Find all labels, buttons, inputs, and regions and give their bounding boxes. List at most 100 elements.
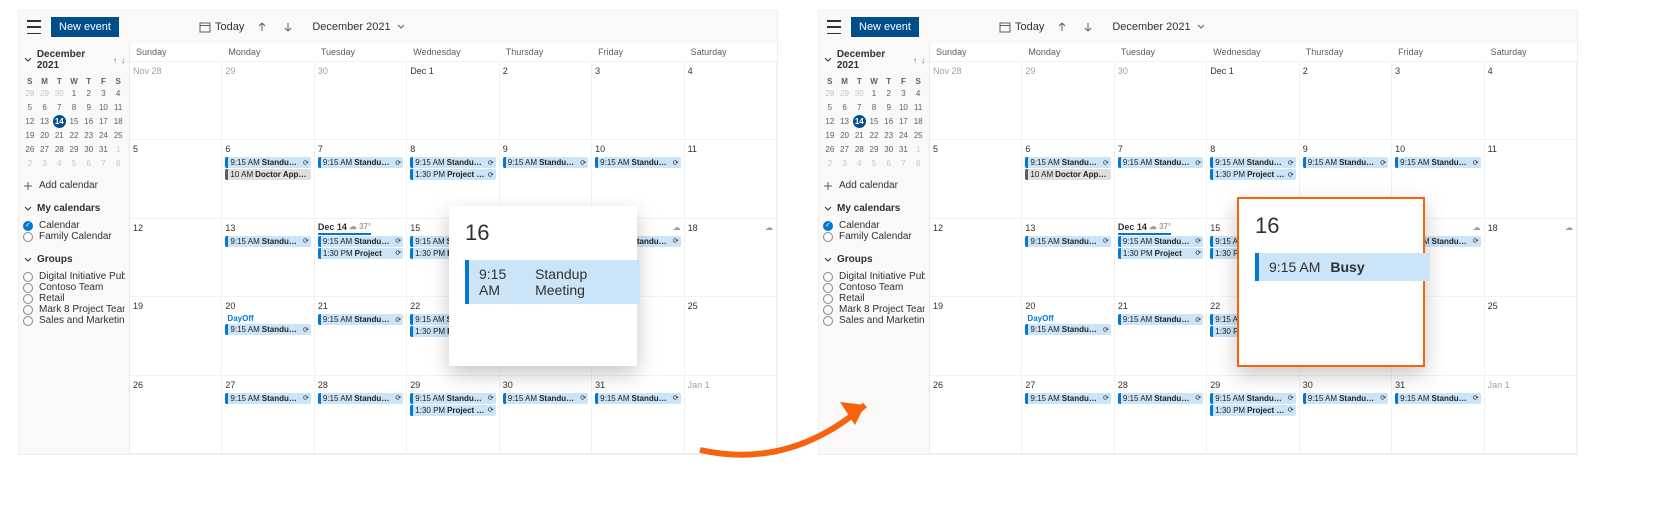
mini-day[interactable]: 31 [897,143,910,156]
mini-day[interactable]: 9 [882,101,895,114]
mini-calendar[interactable]: SMTWTFS282930123456789101112131415161718… [23,77,125,170]
event-chip[interactable]: 9:15 AMStandup Meeting⟳ [1118,314,1203,325]
mini-day[interactable]: 5 [823,101,836,114]
mini-day[interactable]: 7 [853,101,866,114]
day-cell[interactable]: 309:15 AMStandup Meeting⟳ [1300,376,1392,453]
mini-day[interactable]: 10 [897,101,910,114]
event-chip[interactable]: 9:15 AMStandup Meeting⟳ [1118,236,1203,247]
day-cell[interactable]: 279:15 AMStandup Meeting⟳ [1022,376,1114,453]
day-cell[interactable]: 5 [130,140,222,217]
calendar-toggle[interactable] [23,316,33,326]
day-cell[interactable]: 79:15 AMStandup Meeting⟳ [315,140,407,217]
day-cell[interactable]: 29 [222,62,314,139]
day-cell[interactable]: 25 [1485,297,1577,374]
mini-day[interactable]: 8 [67,101,80,114]
mini-day[interactable]: 29 [38,87,51,100]
mini-day[interactable]: 22 [867,129,880,142]
add-calendar-button[interactable]: Add calendar [23,180,125,191]
calendar-toggle[interactable] [23,283,33,293]
event-chip[interactable]: 10 AMDoctor Appointment [1025,169,1110,180]
day-cell[interactable]: 18☁ [1485,219,1577,296]
day-cell[interactable]: 20DayOff9:15 AMStandup Meeting⟳ [1022,297,1114,374]
calendar-toggle[interactable] [23,294,33,304]
mini-day[interactable]: 1 [867,87,880,100]
mini-day[interactable]: 4 [53,157,66,170]
mini-day[interactable]: 2 [82,87,95,100]
prev-month-button[interactable] [1054,19,1070,35]
calendar-toggle[interactable] [823,316,833,326]
event-chip[interactable]: 9:15 AMStandup Meeting⟳ [1210,393,1295,404]
mini-day[interactable]: 6 [82,157,95,170]
day-cell[interactable]: 18☁ [685,219,777,296]
popup-event[interactable]: 9:15 AM Standup Meeting [465,260,640,304]
calendar-toggle[interactable] [823,283,833,293]
day-cell[interactable]: 299:15 AMStandup Meeting⟳1:30 PMProject … [407,376,499,453]
calendar-item[interactable]: Family Calendar [23,231,125,242]
day-cell[interactable]: 3 [1392,62,1484,139]
mini-day[interactable]: 14 [53,115,66,128]
event-chip[interactable]: 9:15 AMStandup Meeting⟳ [1025,324,1110,335]
popup-event[interactable]: 9:15 AM Busy [1255,253,1430,281]
calendar-toggle[interactable] [23,221,33,231]
mini-day[interactable]: 11 [912,101,925,114]
day-cell[interactable]: 319:15 AMStandup Meeting⟳ [1392,376,1484,453]
day-cell[interactable]: Jan 1 [1485,376,1577,453]
mini-day[interactable]: 27 [38,143,51,156]
day-cell[interactable]: Dec 14☁ 37°9:15 AMStandup Meeting⟳1:30 P… [315,219,407,296]
day-cell[interactable]: 139:15 AMStandup Meeting⟳ [1022,219,1114,296]
mini-day[interactable]: 11 [112,101,125,114]
mini-day[interactable]: 28 [53,143,66,156]
day-peek-popup[interactable]: 16 9:15 AM Standup Meeting [449,206,637,366]
day-cell[interactable]: 19 [930,297,1022,374]
section-my-calendars[interactable]: My calendars [23,203,125,214]
event-chip[interactable]: 9:15 AMStandup Meeting⟳ [1395,157,1480,168]
calendar-item[interactable]: Retail [23,293,125,304]
event-chip[interactable]: 9:15 AMStandup Meeting⟳ [1395,393,1480,404]
mini-day[interactable]: 29 [838,87,851,100]
event-chip[interactable]: 9:15 AMStandup Meeting⟳ [1025,236,1110,247]
event-chip[interactable]: 9:15 AMStandup Meeting⟳ [1025,393,1110,404]
section-groups[interactable]: Groups [23,254,125,265]
mini-day[interactable]: 21 [53,129,66,142]
calendar-toggle[interactable] [23,232,33,242]
mini-day[interactable]: 17 [897,115,910,128]
event-chip[interactable]: 9:15 AMStandup Meeting⟳ [503,157,588,168]
mini-day[interactable]: 5 [23,101,36,114]
mini-day[interactable]: 30 [82,143,95,156]
mini-day[interactable]: 2 [23,157,36,170]
mini-day[interactable]: 7 [897,157,910,170]
mini-day[interactable]: 23 [82,129,95,142]
mini-day[interactable]: 15 [867,115,880,128]
day-cell[interactable]: 12 [130,219,222,296]
mini-day[interactable]: 13 [38,115,51,128]
calendar-item[interactable]: Mark 8 Project Team [23,304,125,315]
day-cell[interactable]: 11 [685,140,777,217]
mini-day[interactable]: 24 [897,129,910,142]
mini-day[interactable]: 3 [97,87,110,100]
event-chip[interactable]: 9:15 AMStandup Meeting⟳ [225,236,310,247]
day-cell[interactable]: 4 [685,62,777,139]
mini-day[interactable]: 25 [112,129,125,142]
day-cell[interactable]: Nov 28 [130,62,222,139]
day-cell[interactable]: 29 [1022,62,1114,139]
mini-day[interactable]: 3 [897,87,910,100]
mini-day[interactable]: 23 [882,129,895,142]
calendar-item[interactable]: Calendar [23,220,125,231]
day-cell[interactable]: 69:15 AMStandup Meeting⟳10 AMDoctor Appo… [222,140,314,217]
mini-next-button[interactable]: ↓ [121,56,125,65]
calendar-toggle[interactable] [823,221,833,231]
mini-day[interactable]: 29 [867,143,880,156]
next-month-button[interactable] [280,19,296,35]
event-chip[interactable]: 9:15 AMStandup Meeting⟳ [318,314,403,325]
event-chip[interactable]: 9:15 AMStandup Meeting⟳ [595,157,680,168]
mini-day[interactable]: 20 [38,129,51,142]
mini-day[interactable]: 21 [853,129,866,142]
hamburger-icon[interactable] [827,20,841,34]
event-chip[interactable]: 9:15 AMStandup Meeting⟳ [1118,393,1203,404]
mini-day[interactable]: 2 [823,157,836,170]
mini-calendar[interactable]: SMTWTFS282930123456789101112131415161718… [823,77,925,170]
event-chip[interactable]: 9:15 AMStandup Meeting⟳ [318,236,403,247]
mini-day[interactable]: 4 [112,87,125,100]
day-cell[interactable]: 26 [130,376,222,453]
mini-day[interactable]: 15 [67,115,80,128]
